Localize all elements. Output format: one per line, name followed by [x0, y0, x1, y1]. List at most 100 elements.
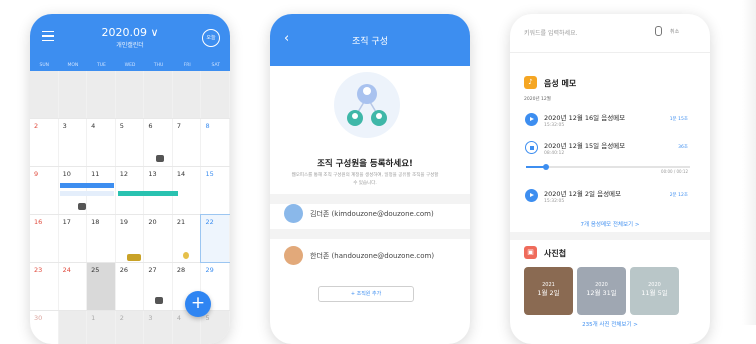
event-bar[interactable]: [118, 191, 178, 196]
photo-year: 2020: [595, 282, 608, 288]
memo-phone: 키워드를 입력하세요. 취소 ♪ 음성 메모 2020년 12월 2020년 1…: [510, 14, 710, 344]
day-cell[interactable]: 18: [87, 215, 116, 262]
microphone-icon[interactable]: [655, 26, 662, 36]
progress-handle[interactable]: [542, 164, 549, 170]
sticker-icon: [155, 297, 163, 304]
avatar: [284, 204, 303, 223]
day-cell[interactable]: 9: [30, 167, 59, 214]
add-event-button[interactable]: +: [185, 291, 211, 317]
day-cell[interactable]: 17: [59, 215, 88, 262]
photo-label: 2021 1월 2일: [524, 281, 573, 297]
memo-duration: 1분 15초: [669, 117, 688, 122]
today-button[interactable]: 오늘: [202, 29, 220, 47]
day-cell[interactable]: 23: [30, 263, 59, 310]
day-cell[interactable]: 2: [115, 311, 145, 344]
day-cell[interactable]: [30, 71, 59, 118]
event-bar[interactable]: [60, 183, 114, 188]
memo-title: 2020년 12월 16일 음성메모: [544, 114, 626, 122]
memo-duration: 36초: [678, 145, 688, 150]
memo-title: 2020년 12월 2일 음성메모: [544, 190, 622, 198]
event-bar[interactable]: [60, 191, 114, 196]
day-cell[interactable]: 7: [173, 119, 202, 166]
people-icon: [347, 84, 387, 126]
progress-time: 00:00 / 00:12: [661, 169, 688, 174]
search-input[interactable]: 키워드를 입력하세요.: [524, 28, 578, 37]
divider: [270, 229, 470, 239]
day-cell[interactable]: 20: [144, 215, 173, 262]
photo-section-title: 사진첩: [544, 249, 567, 258]
day-cell[interactable]: 15: [201, 167, 230, 214]
photo-date: 12월 31일: [586, 289, 617, 297]
day-cell[interactable]: 25: [87, 263, 116, 310]
member-row[interactable]: 김더존 (kimdouzone@douzone.com): [270, 201, 470, 227]
day-cell[interactable]: [58, 71, 88, 118]
day-cell[interactable]: 3: [144, 311, 173, 344]
play-icon[interactable]: [525, 113, 538, 126]
day-cell[interactable]: [115, 71, 145, 118]
day-cell[interactable]: 30: [30, 311, 59, 344]
weekday-header: SUN MON TUE WED THU FRI SAT: [30, 60, 230, 71]
month-label: 2020년 12월: [524, 97, 551, 102]
photo-view-all-link[interactable]: 235개 사진 전체보기 >: [510, 320, 710, 328]
memo-duration: 2분 12초: [669, 193, 688, 198]
day-cell[interactable]: [144, 71, 173, 118]
calendar-week: [30, 71, 230, 119]
memo-item-playing[interactable]: 2020년 12월 15일 음성메모 08:40:12 36초: [510, 138, 710, 168]
memo-title: 2020년 12월 15일 음성메모: [544, 142, 626, 150]
weekday-tue: TUE: [97, 63, 106, 68]
member-name: 한더존 (handouzone@douzone.com): [310, 252, 435, 260]
calendar-phone: 2020.09 ∨ 개인캘린더 오늘 SUN MON TUE WED THU F…: [30, 14, 230, 344]
memo-time: 15:32:05: [544, 199, 565, 204]
member-name: 김더존 (kimdouzone@douzone.com): [310, 210, 434, 218]
photo-label: 2020 11월 5일: [630, 281, 679, 297]
memo-item[interactable]: 2020년 12월 2일 음성메모 15:32:05 2분 12초: [510, 186, 710, 216]
day-cell[interactable]: 26: [116, 263, 145, 310]
cancel-button[interactable]: 취소: [670, 28, 679, 35]
photo-label: 2020 12월 31일: [577, 281, 626, 297]
memo-time: 08:40:12: [544, 151, 565, 156]
photo-year: 2020: [648, 282, 661, 288]
photo-thumb[interactable]: 2021 1월 2일: [524, 267, 573, 315]
page-title: 조직 구성: [352, 37, 388, 47]
day-cell[interactable]: 5: [116, 119, 145, 166]
org-header: ‹ 조직 구성: [270, 14, 470, 66]
day-cell[interactable]: [201, 71, 230, 118]
stop-icon[interactable]: [525, 141, 538, 154]
search-bar: 키워드를 입력하세요. 취소: [510, 14, 710, 53]
day-cell[interactable]: 16: [30, 215, 59, 262]
day-cell[interactable]: 1: [87, 311, 116, 344]
day-cell[interactable]: [172, 71, 202, 118]
day-cell[interactable]: 4: [87, 119, 116, 166]
memo-time: 15:32:05: [544, 123, 565, 128]
play-icon[interactable]: [525, 189, 538, 202]
weekday-wed: WED: [124, 63, 136, 68]
calendar-header: 2020.09 ∨ 개인캘린더 오늘: [30, 14, 230, 60]
day-cell[interactable]: [87, 71, 116, 118]
photo-thumb[interactable]: 2020 12월 31일: [577, 267, 626, 315]
memo-item[interactable]: 2020년 12월 16일 음성메모 15:32:05 1분 15초: [510, 110, 710, 140]
add-member-button[interactable]: + 조직원 추가: [318, 286, 414, 302]
day-cell[interactable]: [58, 311, 88, 344]
voice-memo-view-all-link[interactable]: 7개 음성메모 전체보기 >: [510, 220, 710, 228]
photo-year: 2021: [542, 282, 555, 288]
empty-description: 웹오피스를 통해 조직 구성원의 계정을 생성하여, 일정을 공유할 조직을 구…: [291, 173, 439, 186]
calendar-name: 개인캘린더: [116, 42, 144, 49]
divider: [510, 232, 710, 240]
day-cell[interactable]: 3: [59, 119, 88, 166]
day-cell[interactable]: 2: [30, 119, 59, 166]
sticker-icon: [78, 203, 86, 210]
empty-heading: 조직 구성원을 등록하세요!: [317, 159, 413, 169]
day-cell[interactable]: 24: [59, 263, 88, 310]
edge-shadow: [742, 0, 756, 325]
day-cell[interactable]: 8: [201, 119, 230, 166]
day-cell[interactable]: 5: [201, 311, 230, 344]
member-row[interactable]: 한더존 (handouzone@douzone.com): [270, 243, 470, 269]
photo-date: 1월 2일: [537, 289, 560, 297]
playback-progress[interactable]: [526, 164, 690, 170]
photo-thumb[interactable]: 2020 11월 5일: [630, 267, 679, 315]
org-phone: ‹ 조직 구성 조직 구성원을 등록하세요! 웹오피스를 통해 조직 구성원의 …: [270, 14, 470, 344]
month-selector[interactable]: 2020.09 ∨: [30, 26, 230, 39]
day-cell-selected[interactable]: 22: [200, 214, 230, 263]
sticker-icon: [183, 252, 189, 259]
weekday-sat: SAT: [211, 63, 220, 68]
